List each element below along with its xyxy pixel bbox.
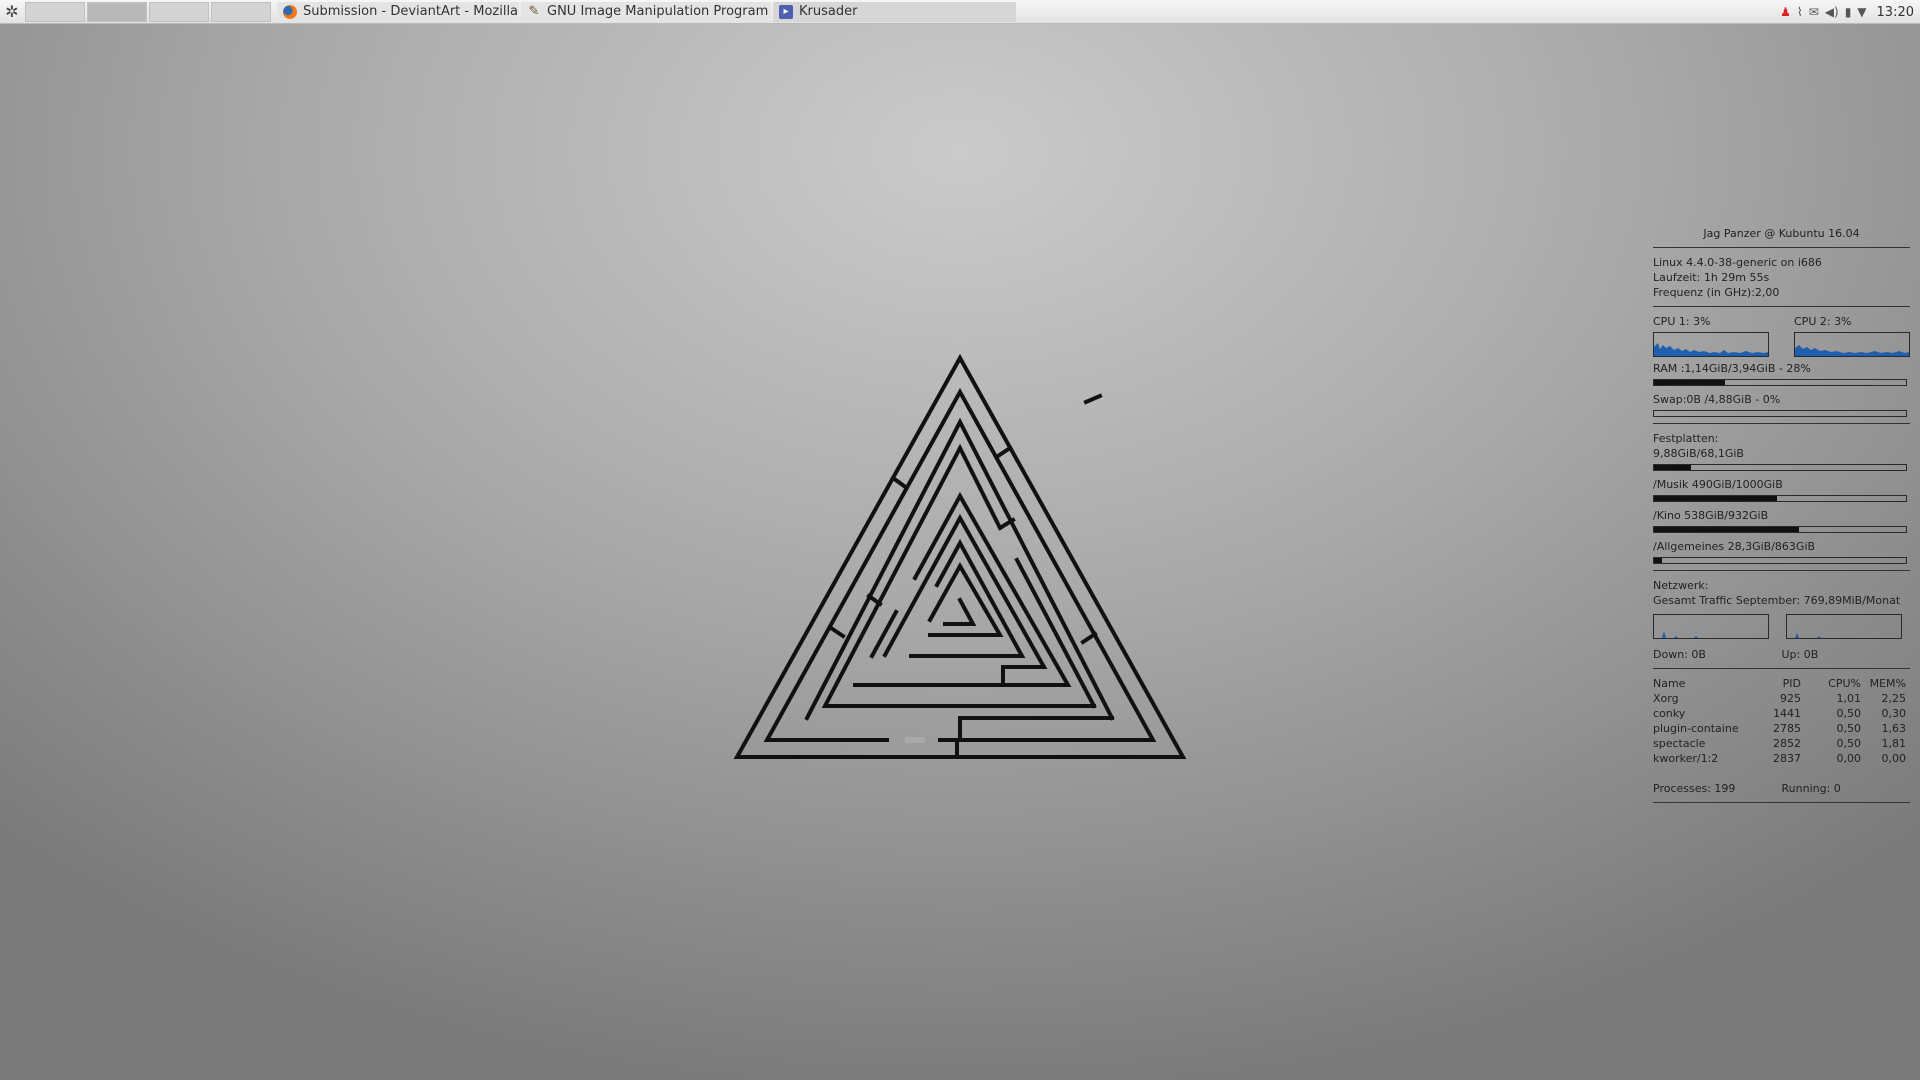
process-table-header: Name PID CPU% MEM% [1653,676,1910,691]
ram-label: RAM :1,14GiB/3,94GiB - 28% [1653,362,1811,375]
disk-root-bar [1653,464,1907,471]
upload-graph [1786,614,1902,639]
maze-ring-3-bottom [958,716,1114,742]
process-cpu: 1,01 [1836,692,1862,705]
process-mem: 0,30 [1881,707,1907,720]
upload-speed: Up: 0B [1781,648,1819,661]
cpu1-graph-plot [1654,343,1768,356]
disks-title: Festplatten: [1653,432,1719,445]
maze-wall [828,625,846,639]
divider [1653,802,1910,803]
process-name: kworker/1:2 [1653,752,1719,765]
table-row: spectacle 2852 0,50 1,81 [1653,736,1910,751]
disk-musik-label: /Musik 490GiB/1000GiB [1653,478,1783,491]
process-name: conky [1653,707,1686,720]
download-speed: Down: 0B [1653,648,1706,661]
disk-kino-bar-fill [1654,527,1800,532]
cpu1-column: CPU 1: 3% [1653,314,1769,357]
process-pid: 925 [1780,692,1801,705]
cpu-section: CPU 1: 3% CPU 2: 3% [1653,314,1910,357]
process-table: Name PID CPU% MEM% Xorg 925 1,01 2,25 co… [1653,676,1910,766]
process-pid: 2852 [1773,737,1801,750]
process-summary: Processes: 199 Running: 0 [1653,781,1910,796]
upload-graph-plot [1787,633,1901,638]
table-row: conky 1441 0,50 0,30 [1653,706,1910,721]
maze-ring-5-left [869,609,899,659]
table-row: plugin-containe 2785 0,50 1,63 [1653,721,1910,736]
process-mem: 0,00 [1881,752,1907,765]
process-cpu: 0,00 [1836,752,1862,765]
divider [1653,247,1910,248]
kernel-info: Linux 4.4.0-38-generic on i686 [1653,256,1822,269]
process-name: spectacle [1653,737,1706,750]
process-pid: 1441 [1773,707,1801,720]
process-name: plugin-containe [1653,722,1739,735]
network-title: Netzwerk: [1653,579,1709,592]
process-pid: 2837 [1773,752,1801,765]
process-cpu: 0,50 [1836,737,1862,750]
running-count: Running: 0 [1781,782,1841,795]
disk-kino-bar [1653,526,1907,533]
cpu2-column: CPU 2: 3% [1794,314,1910,357]
maze-wall [1080,631,1098,645]
process-count: Processes: 199 [1653,782,1736,795]
disk-kino-label: /Kino 538GiB/932GiB [1653,509,1769,522]
cpu1-label: CPU 1: 3% [1653,315,1711,328]
disk-musik-bar [1653,495,1907,502]
table-row: Xorg 925 1,01 2,25 [1653,691,1910,706]
col-pid-header: PID [1782,677,1801,690]
disk-allgemeines-bar [1653,557,1907,564]
swap-label: Swap:0B /4,88GiB - 0% [1653,393,1781,406]
cpu-frequency: Frequenz (in GHz):2,00 [1653,286,1780,299]
conky-header: Jag Panzer @ Kubuntu 16.04 [1703,227,1860,240]
process-cpu: 0,50 [1836,707,1862,720]
table-row: kworker/1:2 2837 0,00 0,00 [1653,751,1910,766]
maze-wall [995,445,1013,459]
divider [1653,306,1910,307]
download-graph-plot [1654,631,1768,638]
ram-bar-fill [1654,380,1725,385]
maze-ring-9 [943,597,977,626]
disk-root-label: 9,88GiB/68,1GiB [1653,447,1744,460]
cpu1-graph [1653,332,1769,357]
divider [1653,668,1910,669]
conky-system-monitor: Jag Panzer @ Kubuntu 16.04 Linux 4.4.0-3… [1653,226,1910,810]
col-name-header: Name [1653,677,1686,690]
process-name: Xorg [1653,692,1679,705]
disk-allgemeines-label: /Allgemeines 28,3GiB/863GiB [1653,540,1816,553]
maze-ring-4 [821,443,1096,708]
disk-root-bar-fill [1654,465,1691,470]
disk-musik-bar-fill [1654,496,1778,501]
col-mem-header: MEM% [1869,677,1906,690]
download-graph [1653,614,1769,639]
col-cpu-header: CPU% [1828,677,1861,690]
divider [1653,423,1910,424]
network-traffic: Gesamt Traffic September: 769,89MiB/Mona… [1653,594,1901,607]
network-labels: Down: 0B Up: 0B [1653,647,1910,662]
uptime: Laufzeit: 1h 29m 55s [1653,271,1770,284]
cpu2-graph-plot [1795,345,1909,356]
cpu2-label: CPU 2: 3% [1794,315,1852,328]
swap-bar [1653,410,1907,417]
maze-wall [890,475,907,489]
process-mem: 1,63 [1881,722,1907,735]
divider [1653,570,1910,571]
disk-allgemeines-bar-fill [1654,558,1663,563]
process-mem: 1,81 [1881,737,1907,750]
maze-wall [1083,393,1103,405]
triangle-maze-wallpaper [733,353,1187,759]
process-mem: 2,25 [1881,692,1907,705]
process-cpu: 0,50 [1836,722,1862,735]
ram-bar [1653,379,1907,386]
network-graphs [1653,614,1910,639]
process-pid: 2785 [1773,722,1801,735]
cpu2-graph [1794,332,1910,357]
